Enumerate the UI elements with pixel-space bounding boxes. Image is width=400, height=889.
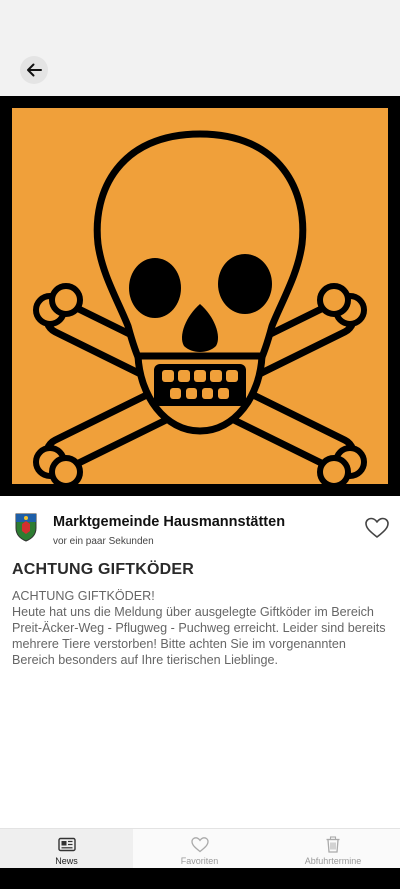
municipal-crest-icon: [15, 513, 37, 542]
nav-label-news: News: [55, 856, 78, 866]
newspaper-icon: [57, 837, 76, 852]
trash-bin-icon: [326, 836, 340, 853]
hero-image: [0, 96, 400, 496]
favorite-button[interactable]: [364, 516, 390, 540]
back-button[interactable]: [20, 56, 48, 84]
post-body-text: Heute hat uns die Meldung über ausgelegt…: [12, 605, 386, 667]
post-body: ACHTUNG GIFTKÖDER! Heute hat uns die Mel…: [12, 588, 392, 668]
arrow-left-icon: [27, 63, 42, 77]
post-title: ACHTUNG GIFTKÖDER: [12, 561, 195, 578]
heart-icon: [190, 837, 209, 853]
system-navigation-bar: [0, 868, 400, 889]
nav-label-favoriten: Favoriten: [180, 856, 219, 866]
top-bar: [0, 0, 400, 96]
nav-label-abfuhrtermine: Abfuhrtermine: [304, 856, 362, 866]
nav-item-abfuhrtermine[interactable]: Abfuhrtermine: [266, 829, 400, 869]
post-timestamp: vor ein paar Sekunden: [53, 536, 154, 547]
skull-crossbones-icon: [0, 96, 400, 496]
author-name[interactable]: Marktgemeinde Hausmannstätten: [53, 514, 285, 530]
nav-item-news[interactable]: News: [0, 829, 133, 869]
post-body-headline: ACHTUNG GIFTKÖDER!: [12, 589, 155, 603]
author-row: Marktgemeinde Hausmannstätten vor ein pa…: [0, 506, 400, 552]
heart-icon: [365, 517, 389, 538]
nav-item-favoriten[interactable]: Favoriten: [133, 829, 266, 869]
bottom-navigation: News Favoriten Abfuhrtermine: [0, 828, 400, 869]
